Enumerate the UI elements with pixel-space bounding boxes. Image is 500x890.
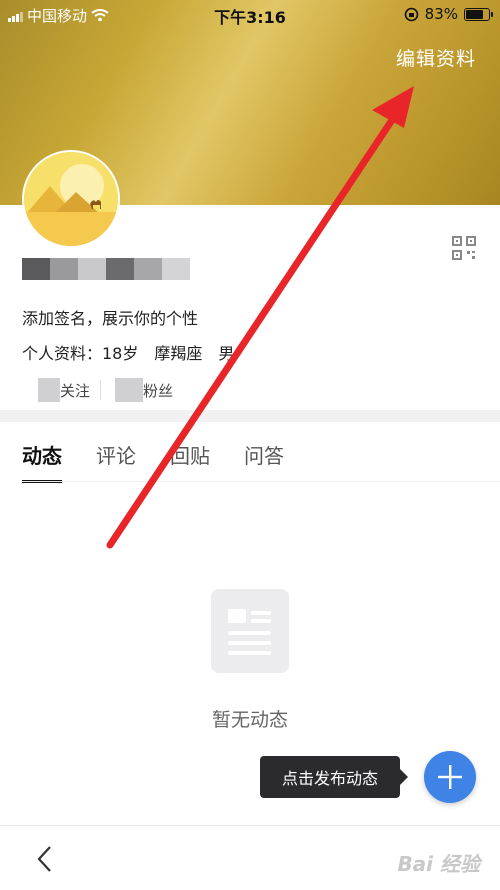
tab-replies[interactable]: 回贴 — [170, 440, 210, 469]
publish-tooltip: 点击发布动态 — [260, 756, 408, 798]
avatar[interactable] — [22, 150, 120, 248]
content-tabs: 动态 评论 回贴 问答 — [22, 440, 284, 483]
article-placeholder-icon — [211, 589, 289, 673]
follow-label[interactable]: 关注 — [60, 380, 90, 401]
profile-details: 个人资料：18岁 摩羯座 男 — [22, 344, 235, 363]
follow-count-redacted — [38, 378, 60, 402]
follow-stats: 关注 粉丝 — [22, 378, 173, 402]
status-bar: 中国移动 下午3:16 83% — [0, 0, 500, 28]
battery-icon — [464, 7, 493, 21]
chevron-left-icon[interactable] — [34, 844, 56, 874]
publish-post-button[interactable] — [424, 751, 476, 803]
empty-state-text: 暂无动态 — [211, 709, 288, 731]
edit-profile-button[interactable]: 编辑资料 — [396, 44, 476, 71]
tabs-underline — [22, 481, 500, 482]
nickname-redacted — [22, 258, 190, 280]
status-right: 83% — [404, 5, 493, 23]
signature-text[interactable]: 添加签名，展示你的个性 — [22, 305, 198, 329]
plus-icon — [438, 765, 462, 789]
fans-label[interactable]: 粉丝 — [143, 380, 173, 401]
watermark-logo: Bai 经验 — [397, 852, 480, 876]
stats-divider — [100, 380, 102, 400]
tab-posts[interactable]: 动态 — [22, 440, 62, 483]
desert-avatar-image — [24, 152, 118, 246]
battery-percent: 83% — [424, 5, 458, 23]
tab-qa[interactable]: 问答 — [244, 440, 284, 469]
qr-code-icon[interactable] — [452, 236, 476, 260]
section-divider — [0, 410, 500, 422]
tab-comments[interactable]: 评论 — [96, 440, 136, 469]
bottom-nav: Bai 经验 — [0, 825, 500, 890]
fans-count-redacted — [115, 378, 144, 402]
publish-tooltip-text: 点击发布动态 — [281, 769, 378, 788]
orientation-lock-icon — [404, 7, 418, 21]
